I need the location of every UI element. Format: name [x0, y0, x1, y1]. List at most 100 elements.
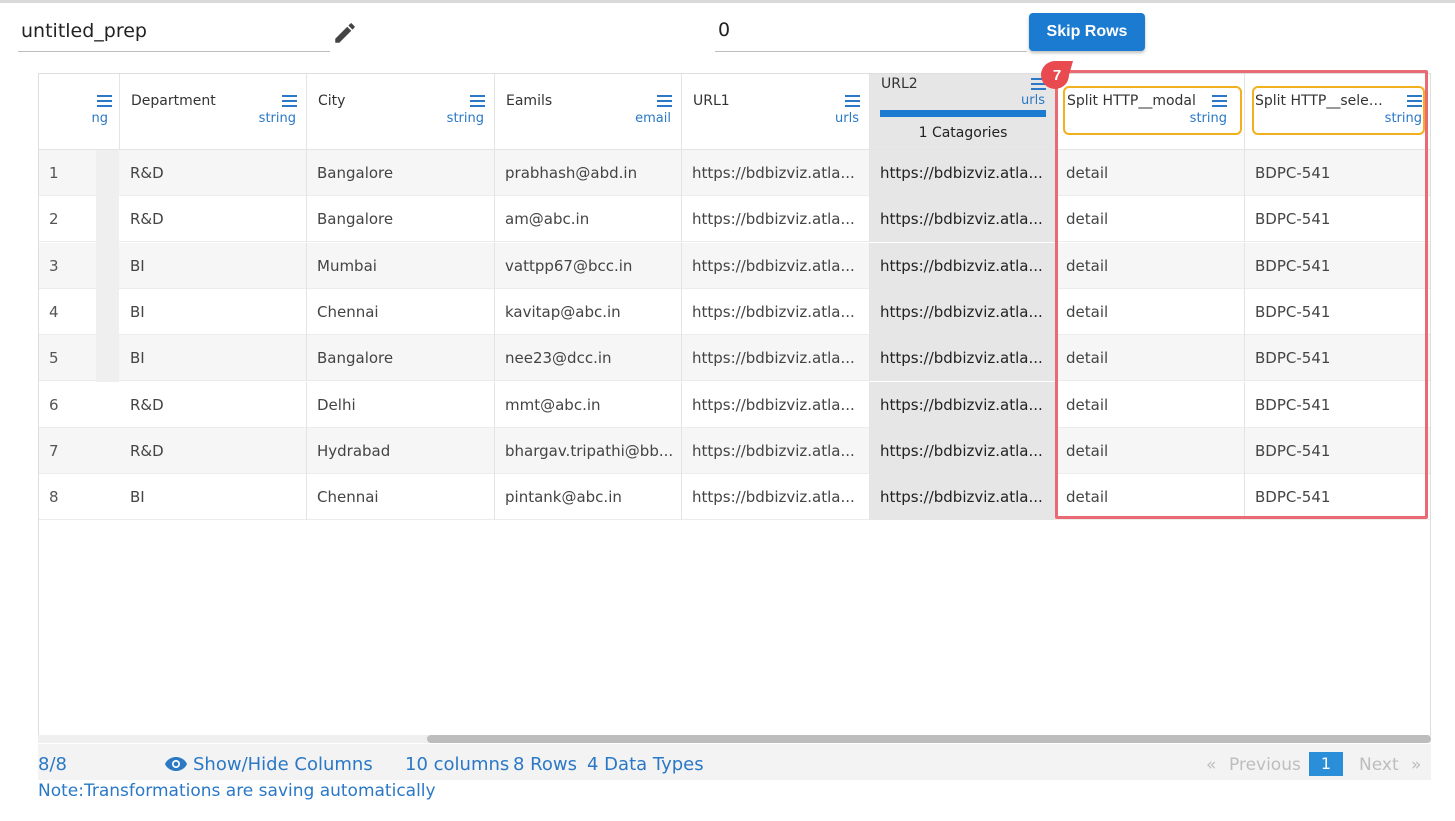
city-cell[interactable]: Hydrabad: [307, 427, 495, 474]
column-type: string: [1384, 111, 1422, 126]
split-http-select-cell[interactable]: BDPC-541: [1245, 243, 1430, 289]
url1-cell[interactable]: https://bdbizviz.atla...: [682, 381, 870, 428]
column-header-city[interactable]: City string: [307, 74, 495, 150]
split-http-modal-cell[interactable]: detail: [1056, 242, 1245, 289]
department-cell[interactable]: BI: [120, 335, 307, 382]
url1-cell[interactable]: https://bdbizviz.atla...: [682, 474, 870, 521]
url2-cell[interactable]: https://bdbizviz.atla...: [870, 381, 1056, 428]
column-menu-icon[interactable]: [1407, 95, 1422, 107]
split-http-select-cell[interactable]: BDPC-541: [1245, 196, 1430, 242]
email-cell[interactable]: vattpp67@bcc.in: [495, 242, 682, 289]
column-menu-icon[interactable]: [657, 95, 672, 107]
email-cell[interactable]: prabhash@abd.in: [495, 150, 682, 196]
email-cell[interactable]: mmt@abc.in: [495, 381, 682, 428]
column-menu-icon[interactable]: [845, 95, 860, 107]
column-header-split-http-select[interactable]: Split HTTP__select... string: [1245, 74, 1430, 150]
url1-cell[interactable]: https://bdbizviz.atla...: [682, 150, 870, 196]
url2-cell[interactable]: https://bdbizviz.atla...: [870, 427, 1056, 474]
city-cell[interactable]: Mumbai: [307, 242, 495, 289]
prep-name-input[interactable]: [21, 20, 321, 42]
department-cell[interactable]: R&D: [120, 381, 307, 428]
table-row[interactable]: 2 R&D Bangalore am@abc.in https://bdbizviz.a…: [39, 196, 1430, 243]
email-cell[interactable]: bhargav.tripathi@bb...: [495, 427, 682, 474]
table-row[interactable]: 1 R&D Bangalore prabhash@abd.in https://bdbi…: [39, 150, 1430, 196]
table-row[interactable]: 4 BI Chennai kavitap@abc.in https://bdbizviz…: [39, 288, 1430, 335]
column-header-eamils[interactable]: Eamils email: [495, 74, 682, 150]
department-cell[interactable]: BI: [120, 474, 307, 521]
horizontal-scrollbar[interactable]: [38, 735, 1431, 743]
city-cell[interactable]: Chennai: [307, 474, 495, 521]
row-number-cell[interactable]: 7: [39, 428, 120, 474]
url1-cell[interactable]: https://bdbizviz.atla...: [682, 288, 870, 335]
table-row[interactable]: 6 R&D Delhi mmt@abc.in https://bdbizviz.atla…: [39, 381, 1430, 428]
url1-cell[interactable]: https://bdbizviz.atla...: [682, 427, 870, 474]
department-cell[interactable]: BI: [120, 288, 307, 335]
email-cell[interactable]: kavitap@abc.in: [495, 288, 682, 335]
split-http-modal-cell[interactable]: detail: [1056, 288, 1245, 335]
column-header-partial[interactable]: ng: [92, 74, 120, 150]
previous-page-button[interactable]: Previous: [1229, 755, 1301, 775]
column-header-url1[interactable]: URL1 urls: [682, 74, 870, 150]
url1-cell[interactable]: https://bdbizviz.atla...: [682, 335, 870, 382]
column-menu-icon[interactable]: [1212, 95, 1227, 107]
url2-cell[interactable]: https://bdbizviz.atla...: [870, 288, 1056, 335]
show-hide-columns-link[interactable]: Show/Hide Columns: [193, 754, 373, 775]
city-cell[interactable]: Bangalore: [307, 196, 495, 243]
column-menu-icon[interactable]: [470, 95, 485, 107]
category-count: 1 Catagories: [918, 125, 1008, 141]
url2-cell[interactable]: https://bdbizviz.atla...: [870, 335, 1056, 382]
scrollbar-thumb[interactable]: [427, 735, 1431, 743]
current-page-button[interactable]: 1: [1309, 752, 1343, 776]
table-row[interactable]: 8 BI Chennai pintank@abc.in https://bdbizviz…: [39, 474, 1430, 521]
skip-rows-button[interactable]: Skip Rows: [1029, 13, 1145, 51]
skip-rows-field[interactable]: [715, 12, 1027, 52]
url2-cell[interactable]: https://bdbizviz.atla...: [870, 474, 1056, 521]
table-row[interactable]: 5 BI Bangalore nee23@dcc.in https://bdbizviz…: [39, 335, 1430, 382]
url1-cell[interactable]: https://bdbizviz.atla...: [682, 242, 870, 289]
table-row[interactable]: 7 R&D Hydrabad bhargav.tripathi@bb... https:…: [39, 427, 1430, 474]
column-header-department[interactable]: Department string: [120, 74, 307, 150]
split-http-select-cell[interactable]: BDPC-541: [1245, 289, 1430, 335]
prev-arrow[interactable]: «: [1206, 755, 1216, 775]
column-menu-icon[interactable]: [97, 95, 112, 107]
pencil-icon[interactable]: [332, 20, 358, 46]
split-http-select-cell[interactable]: BDPC-541: [1245, 335, 1430, 381]
email-cell[interactable]: am@abc.in: [495, 196, 682, 243]
url2-cell[interactable]: https://bdbizviz.atla...: [870, 242, 1056, 289]
prep-name-field[interactable]: [18, 12, 330, 52]
split-http-modal-cell[interactable]: detail: [1056, 150, 1245, 196]
next-arrow[interactable]: »: [1411, 755, 1421, 775]
url2-cell[interactable]: https://bdbizviz.atla...: [870, 150, 1056, 196]
email-cell[interactable]: pintank@abc.in: [495, 474, 682, 521]
split-http-select-cell[interactable]: BDPC-541: [1245, 150, 1430, 196]
city-cell[interactable]: Bangalore: [307, 150, 495, 196]
department-cell[interactable]: BI: [120, 242, 307, 289]
split-http-select-cell[interactable]: BDPC-541: [1245, 428, 1430, 474]
url1-cell[interactable]: https://bdbizviz.atla...: [682, 196, 870, 243]
column-menu-icon[interactable]: [282, 95, 297, 107]
department-cell[interactable]: R&D: [120, 150, 307, 196]
table-row[interactable]: 3 BI Mumbai vattpp67@bcc.in https://bdbizviz…: [39, 242, 1430, 289]
skip-rows-input[interactable]: [718, 19, 1008, 41]
split-http-modal-cell[interactable]: detail: [1056, 474, 1245, 521]
next-page-button[interactable]: Next: [1359, 755, 1399, 775]
column-header-url2[interactable]: URL2 urls 1 Catagories: [870, 74, 1056, 150]
city-cell[interactable]: Delhi: [307, 381, 495, 428]
url2-cell[interactable]: https://bdbizviz.atla...: [870, 196, 1056, 243]
row-count: 8/8: [38, 754, 67, 775]
department-cell[interactable]: R&D: [120, 427, 307, 474]
row-number-cell[interactable]: 6: [39, 382, 120, 428]
city-cell[interactable]: Chennai: [307, 288, 495, 335]
city-cell[interactable]: Bangalore: [307, 335, 495, 382]
row-number-cell[interactable]: 8: [39, 474, 120, 520]
split-http-modal-cell[interactable]: detail: [1056, 381, 1245, 428]
split-http-modal-cell[interactable]: detail: [1056, 335, 1245, 382]
eye-icon[interactable]: [164, 756, 188, 772]
split-http-modal-cell[interactable]: detail: [1056, 196, 1245, 243]
column-header-split-http-modal[interactable]: Split HTTP__modal string: [1056, 74, 1245, 150]
department-cell[interactable]: R&D: [120, 196, 307, 243]
email-cell[interactable]: nee23@dcc.in: [495, 335, 682, 382]
split-http-select-cell[interactable]: BDPC-541: [1245, 474, 1430, 520]
split-http-modal-cell[interactable]: detail: [1056, 427, 1245, 474]
split-http-select-cell[interactable]: BDPC-541: [1245, 382, 1430, 428]
